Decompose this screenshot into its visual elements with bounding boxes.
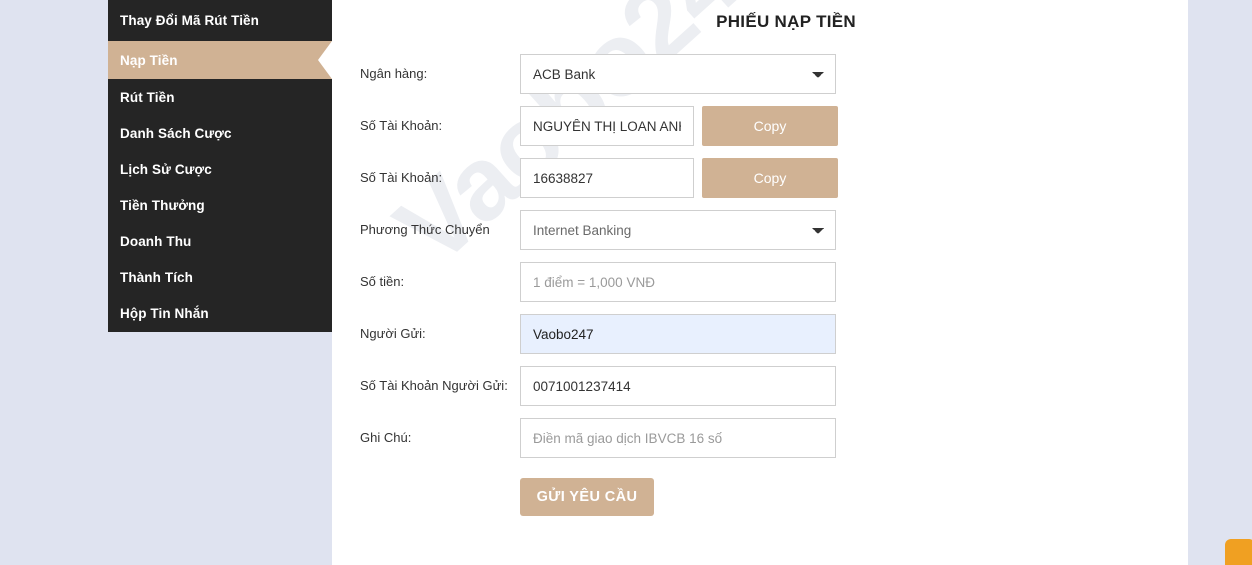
field-sender-account-wrap: [520, 366, 836, 406]
copy-account-number-button[interactable]: Copy: [702, 158, 838, 198]
content-panel: Vaobo247.com PHIẾU NẠP TIỀN Ngân hàng: A…: [332, 0, 1188, 565]
field-amount-wrap: [520, 262, 836, 302]
label-sender-account: Số Tài Khoản Người Gửi:: [360, 377, 508, 393]
field-note-wrap: [520, 418, 836, 458]
page-root: Vaobo247.com PHIẾU NẠP TIỀN Ngân hàng: A…: [0, 0, 1252, 565]
sender-account-input[interactable]: [520, 366, 836, 406]
sidebar-item-label: Thay Đổi Mã Rút Tiền: [120, 13, 260, 28]
sidebar-item-label: Doanh Thu: [120, 233, 192, 249]
sidebar-item-label: Nạp Tiền: [120, 52, 178, 68]
form-row-transfer-method: Phương Thức Chuyển Internet Banking: [360, 204, 1160, 256]
floating-action-button[interactable]: [1225, 539, 1252, 565]
page-title: PHIẾU NẠP TIỀN: [716, 12, 856, 31]
sidebar-item-9[interactable]: Hộp Tin Nhắn: [108, 295, 332, 331]
field-bank-wrap: ACB Bank: [520, 54, 836, 94]
label-amount: Số tiền:: [360, 273, 405, 289]
form-row-note: Ghi Chú:: [360, 412, 1160, 464]
submit-request-button[interactable]: GỬI YÊU CẦU: [520, 478, 654, 516]
transfer-method-select[interactable]: Internet Banking: [520, 210, 836, 250]
form-row-account-number: Số Tài Khoản: Copy: [360, 152, 1160, 204]
active-chevron-icon: [318, 41, 332, 79]
label-note: Ghi Chú:: [360, 429, 412, 445]
label-bank: Ngân hàng:: [360, 65, 428, 81]
field-sender-name-wrap: [520, 314, 836, 354]
sidebar-item-7[interactable]: Doanh Thu: [108, 223, 332, 259]
field-account-name-wrap: Copy: [520, 106, 838, 146]
label-transfer-method: Phương Thức Chuyển: [360, 221, 490, 237]
form-row-account-name: Số Tài Khoản: Copy: [360, 100, 1160, 152]
form-row-amount: Số tiền:: [360, 256, 1160, 308]
label-account-number: Số Tài Khoản:: [360, 169, 443, 185]
form-row-sender-account: Số Tài Khoản Người Gửi:: [360, 360, 1160, 412]
label-account-name: Số Tài Khoản:: [360, 117, 443, 133]
submit-row: GỬI YÊU CẦU: [360, 478, 1160, 516]
sidebar-item-label: Hộp Tin Nhắn: [120, 305, 209, 321]
label-sender-name: Người Gửi:: [360, 325, 426, 341]
amount-input[interactable]: [520, 262, 836, 302]
sidebar-item-label: Thành Tích: [120, 269, 193, 285]
form-row-bank: Ngân hàng: ACB Bank: [360, 48, 1160, 100]
sidebar-item-4[interactable]: Danh Sách Cược: [108, 115, 332, 151]
note-input[interactable]: [520, 418, 836, 458]
sidebar-item-5[interactable]: Lịch Sử Cược: [108, 151, 332, 187]
sidebar-item-2[interactable]: Nạp Tiền: [108, 41, 332, 79]
sidebar-item-8[interactable]: Thành Tích: [108, 259, 332, 295]
deposit-form: Ngân hàng: ACB Bank Số Tài Khoản: Copy S…: [360, 48, 1160, 516]
sidebar-item-label: Danh Sách Cược: [120, 125, 232, 141]
field-transfer-method-wrap: Internet Banking: [520, 210, 836, 250]
field-account-number-wrap: Copy: [520, 158, 838, 198]
account-number-input[interactable]: [520, 158, 694, 198]
sender-name-input[interactable]: [520, 314, 836, 354]
bank-select[interactable]: ACB Bank: [520, 54, 836, 94]
sidebar-item-6[interactable]: Tiền Thưởng: [108, 187, 332, 223]
form-row-sender-name: Người Gửi:: [360, 308, 1160, 360]
sidebar-item-label: Tiền Thưởng: [120, 197, 205, 213]
sidebar-item-1[interactable]: Thay Đổi Mã Rút Tiền: [108, 0, 332, 41]
sidebar-item-label: Lịch Sử Cược: [120, 161, 212, 177]
sidebar-item-label: Rút Tiền: [120, 89, 175, 105]
copy-account-name-button[interactable]: Copy: [702, 106, 838, 146]
account-name-input[interactable]: [520, 106, 694, 146]
sidebar-item-3[interactable]: Rút Tiền: [108, 79, 332, 115]
sidebar-nav: Thay Đổi Mã Rút Tiền Nạp Tiền Rút Tiền Danh…: [108, 0, 332, 332]
